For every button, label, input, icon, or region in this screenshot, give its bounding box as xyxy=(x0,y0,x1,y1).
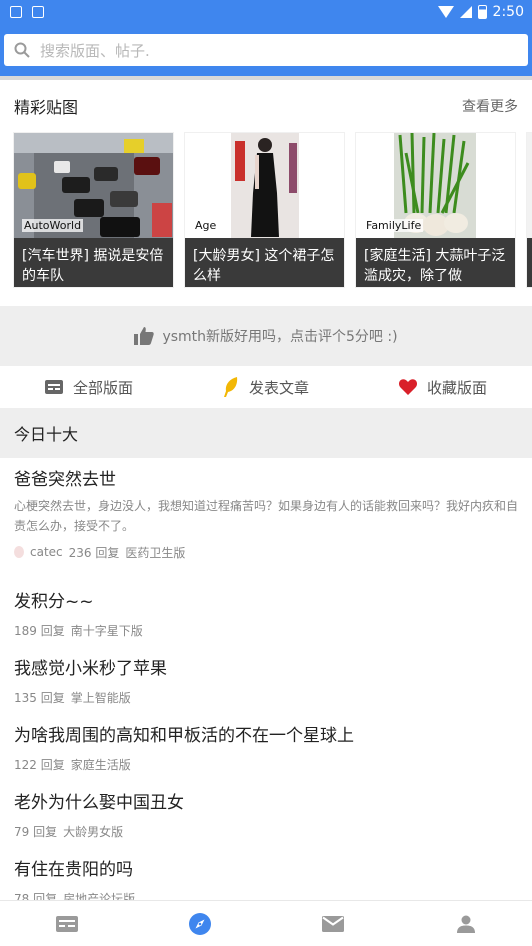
post-board: 医药卫生版 xyxy=(125,545,186,560)
rate-app-text: ysmth新版好用吗，点击评个5分吧 :) xyxy=(162,329,398,345)
wifi-icon xyxy=(437,6,454,18)
signal-icon xyxy=(459,6,472,18)
list-item[interactable]: 老外为什么娶中国丑女 79 回复 大龄男女版 xyxy=(0,781,532,848)
post-title: 爸爸突然去世 xyxy=(14,470,116,490)
list-item[interactable]: 爸爸突然去世 心梗突然去世，身边没人，我想知道过程痛苦吗？如果身边有人的话能救回… xyxy=(0,458,532,580)
post-meta: 79 回复 大龄男女版 xyxy=(14,821,518,841)
post-excerpt: 心梗突然去世，身边没人，我想知道过程痛苦吗？如果身边有人的话能救回来吗？我好内疚… xyxy=(14,499,519,533)
battery-icon xyxy=(477,5,487,19)
post-board: 掌上智能版 xyxy=(70,690,131,705)
nav-profile[interactable] xyxy=(436,901,496,946)
thumbs-up-icon xyxy=(134,327,155,345)
post-meta: catec 236 回复 医药卫生版 xyxy=(14,542,518,562)
avatar xyxy=(14,546,24,558)
card-tag: AutoWorld xyxy=(22,218,84,232)
post-replies: 135 回复 xyxy=(14,690,65,705)
post-replies: 189 回复 xyxy=(14,623,65,638)
post-title: 发积分~~ xyxy=(14,592,94,612)
search-bar: 搜索版面、帖子. xyxy=(0,24,532,76)
post-article-button[interactable]: 发表文章 xyxy=(223,377,309,398)
search-input[interactable]: 搜索版面、帖子. xyxy=(4,34,528,66)
notification-icons xyxy=(10,6,44,18)
boards-icon xyxy=(55,915,78,932)
card-caption: [汽车世界] 据说是安倍的车队 xyxy=(14,237,173,287)
quick-actions: 全部版面 发表文章 收藏版面 xyxy=(0,366,532,408)
featured-card[interactable]: AutoWorld [汽车世界] 据说是安倍的车队 xyxy=(13,132,174,288)
profile-icon xyxy=(456,915,475,933)
nav-mail[interactable] xyxy=(303,901,363,946)
post-replies: 236 回复 xyxy=(68,545,120,560)
post-replies: 122 回复 xyxy=(14,757,65,772)
post-title: 我感觉小米秒了苹果 xyxy=(14,659,167,679)
top-ten-list: 爸爸突然去世 心梗突然去世，身边没人，我想知道过程痛苦吗？如果身边有人的话能救回… xyxy=(0,458,532,915)
card-tag: Age xyxy=(193,218,219,232)
post-title: 为啥我周围的高知和甲板活的不在一个星球上 xyxy=(14,726,354,746)
clock: 2:50 xyxy=(492,4,524,20)
post-board: 南十字星下版 xyxy=(70,623,143,638)
list-item[interactable]: 我感觉小米秒了苹果 135 回复 掌上智能版 xyxy=(0,647,532,714)
nav-discover[interactable] xyxy=(170,901,230,946)
mail-icon xyxy=(321,915,344,932)
list-item[interactable]: 为啥我周围的高知和甲板活的不在一个星球上 122 回复 家庭生活版 xyxy=(0,714,532,781)
post-meta: 135 回复 掌上智能版 xyxy=(14,687,518,707)
notification-icon xyxy=(10,6,22,18)
status-bar: 2:50 xyxy=(0,0,532,24)
search-icon xyxy=(14,42,30,58)
post-title: 有住在贵阳的吗 xyxy=(14,860,133,880)
featured-image-dress: Age xyxy=(185,133,344,238)
featured-image-garlic: FamilyLife xyxy=(356,133,515,238)
list-item[interactable]: 发积分~~ 189 回复 南十字星下版 xyxy=(0,580,532,647)
card-caption: [大龄男女] 这个裙子怎么样 xyxy=(185,237,344,287)
bottom-navigation xyxy=(0,900,532,946)
boards-icon xyxy=(44,380,63,394)
search-placeholder: 搜索版面、帖子. xyxy=(40,41,150,60)
featured-carousel[interactable]: AutoWorld [汽车世界] 据说是安倍的车队 Age [大龄男女] 这个裙… xyxy=(0,132,532,292)
all-boards-label: 全部版面 xyxy=(72,378,133,397)
post-replies: 79 回复 xyxy=(14,824,58,839)
featured-title: 精彩贴图 xyxy=(14,98,79,117)
featured-header: 精彩贴图 查看更多 xyxy=(0,80,532,132)
featured-image-traffic: AutoWorld xyxy=(14,133,173,238)
featured-image-partial xyxy=(527,133,532,238)
card-caption: [家庭生活] 大蒜叶子泛滥成灾，除了做 xyxy=(356,237,515,287)
compass-icon xyxy=(188,912,211,935)
see-more-link[interactable]: 查看更多 xyxy=(462,96,518,116)
top-ten-title: 今日十大 xyxy=(14,425,79,444)
favorite-boards-button[interactable]: 收藏版面 xyxy=(398,377,487,398)
top-ten-header: 今日十大 xyxy=(0,408,532,458)
rate-app-banner[interactable]: ysmth新版好用吗，点击评个5分吧 :) xyxy=(0,306,532,366)
post-meta: 189 回复 南十字星下版 xyxy=(14,620,518,640)
featured-card[interactable]: FamilyLife [家庭生活] 大蒜叶子泛滥成灾，除了做 xyxy=(355,132,516,288)
post-author: catec xyxy=(30,545,63,559)
nav-boards[interactable] xyxy=(37,901,97,946)
post-board: 家庭生活版 xyxy=(70,757,131,772)
feather-icon xyxy=(223,377,238,397)
post-article-label: 发表文章 xyxy=(248,378,309,397)
status-right: 2:50 xyxy=(437,4,524,20)
notification-icon xyxy=(32,6,44,18)
card-caption xyxy=(527,237,532,287)
app-screen: 2:50 搜索版面、帖子. 精彩贴图 查看更多 AutoWorld [汽车世界]… xyxy=(0,0,532,946)
post-title: 老外为什么娶中国丑女 xyxy=(14,793,184,813)
post-meta: 122 回复 家庭生活版 xyxy=(14,754,518,774)
featured-card[interactable]: Age [大龄男女] 这个裙子怎么样 xyxy=(184,132,345,288)
partial-photo xyxy=(527,133,532,238)
card-tag: FamilyLife xyxy=(364,218,424,232)
favorite-boards-label: 收藏版面 xyxy=(426,378,487,397)
post-board: 大龄男女版 xyxy=(63,824,124,839)
heart-icon xyxy=(398,379,417,395)
all-boards-button[interactable]: 全部版面 xyxy=(44,377,133,398)
featured-card[interactable] xyxy=(526,132,532,288)
